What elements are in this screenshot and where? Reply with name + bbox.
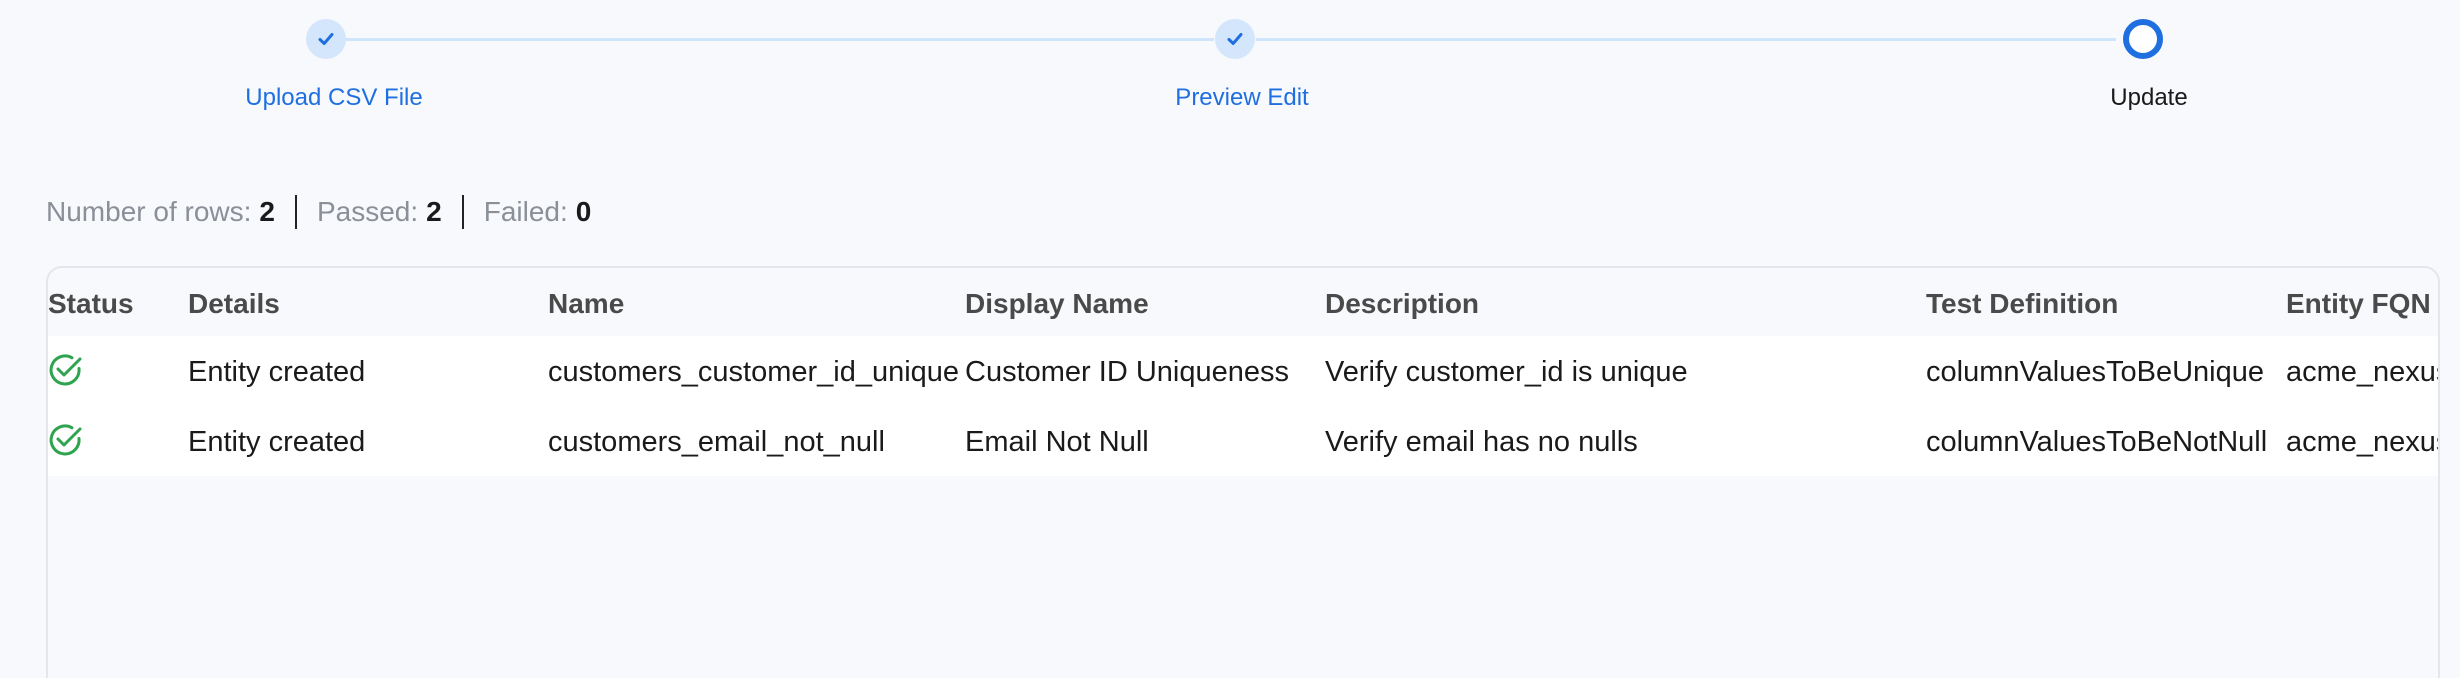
column-header-test-definition[interactable]: Test Definition <box>1926 288 2118 320</box>
column-header-description[interactable]: Description <box>1325 288 1479 320</box>
row-description: Verify customer_id is unique <box>1325 356 1688 388</box>
column-header-entity-fqn[interactable]: Entity FQN <box>2286 288 2431 320</box>
row-entity-fqn: acme_nexus <box>2286 426 2438 458</box>
column-header-display-name[interactable]: Display Name <box>965 288 1149 320</box>
table-header: Status Details Name Display Name Descrip… <box>48 268 2438 336</box>
bulk-import-page: Upload CSV File Preview Edit Update Numb… <box>0 0 2460 678</box>
results-table: Status Details Name Display Name Descrip… <box>46 266 2440 678</box>
column-header-status[interactable]: Status <box>48 288 134 320</box>
summary-divider <box>461 195 464 229</box>
summary-divider <box>294 195 297 229</box>
row-display-name: Email Not Null <box>965 426 1149 458</box>
success-check-icon <box>48 422 84 466</box>
step-2-check-icon <box>1215 19 1255 59</box>
row-display-name: Customer ID Uniqueness <box>965 356 1289 388</box>
failed-count-value: 0 <box>575 196 592 227</box>
step-1-check-icon <box>306 19 346 59</box>
row-description: Verify email has no nulls <box>1325 426 1638 458</box>
row-test-definition: columnValuesToBeNotNull <box>1926 426 2268 458</box>
step-connector <box>346 38 1214 41</box>
row-name: customers_customer_id_unique <box>548 356 960 388</box>
failed-count-label: Failed: <box>483 196 568 227</box>
success-check-icon <box>48 352 84 396</box>
row-details: Entity created <box>188 426 366 458</box>
rows-count-value: 2 <box>259 196 275 227</box>
row-details: Entity created <box>188 356 366 388</box>
step-connector <box>1256 38 2116 41</box>
step-2-label: Preview Edit <box>1175 84 1309 111</box>
import-stepper: Upload CSV File Preview Edit Update <box>0 0 2460 130</box>
rows-count-label: Number of rows: <box>46 196 252 227</box>
row-test-definition: columnValuesToBeUnique <box>1926 356 2265 388</box>
table-row[interactable]: Entity created customers_email_not_null … <box>48 406 2438 476</box>
row-name: customers_email_not_null <box>548 426 885 458</box>
passed-count-label: Passed: <box>316 196 419 227</box>
row-entity-fqn: acme_nexus <box>2286 356 2438 388</box>
import-summary: Number of rows: 2 Passed: 2 Failed: 0 <box>46 194 591 230</box>
step-1-label: Upload CSV File <box>245 84 423 111</box>
table-body: Entity created customers_customer_id_uni… <box>48 336 2438 476</box>
step-3-label: Update <box>2110 84 2188 111</box>
passed-count-value: 2 <box>426 196 442 227</box>
column-header-name[interactable]: Name <box>548 288 624 320</box>
column-header-details[interactable]: Details <box>188 288 280 320</box>
table-row[interactable]: Entity created customers_customer_id_uni… <box>48 336 2438 406</box>
step-3-current-icon <box>2123 19 2163 59</box>
